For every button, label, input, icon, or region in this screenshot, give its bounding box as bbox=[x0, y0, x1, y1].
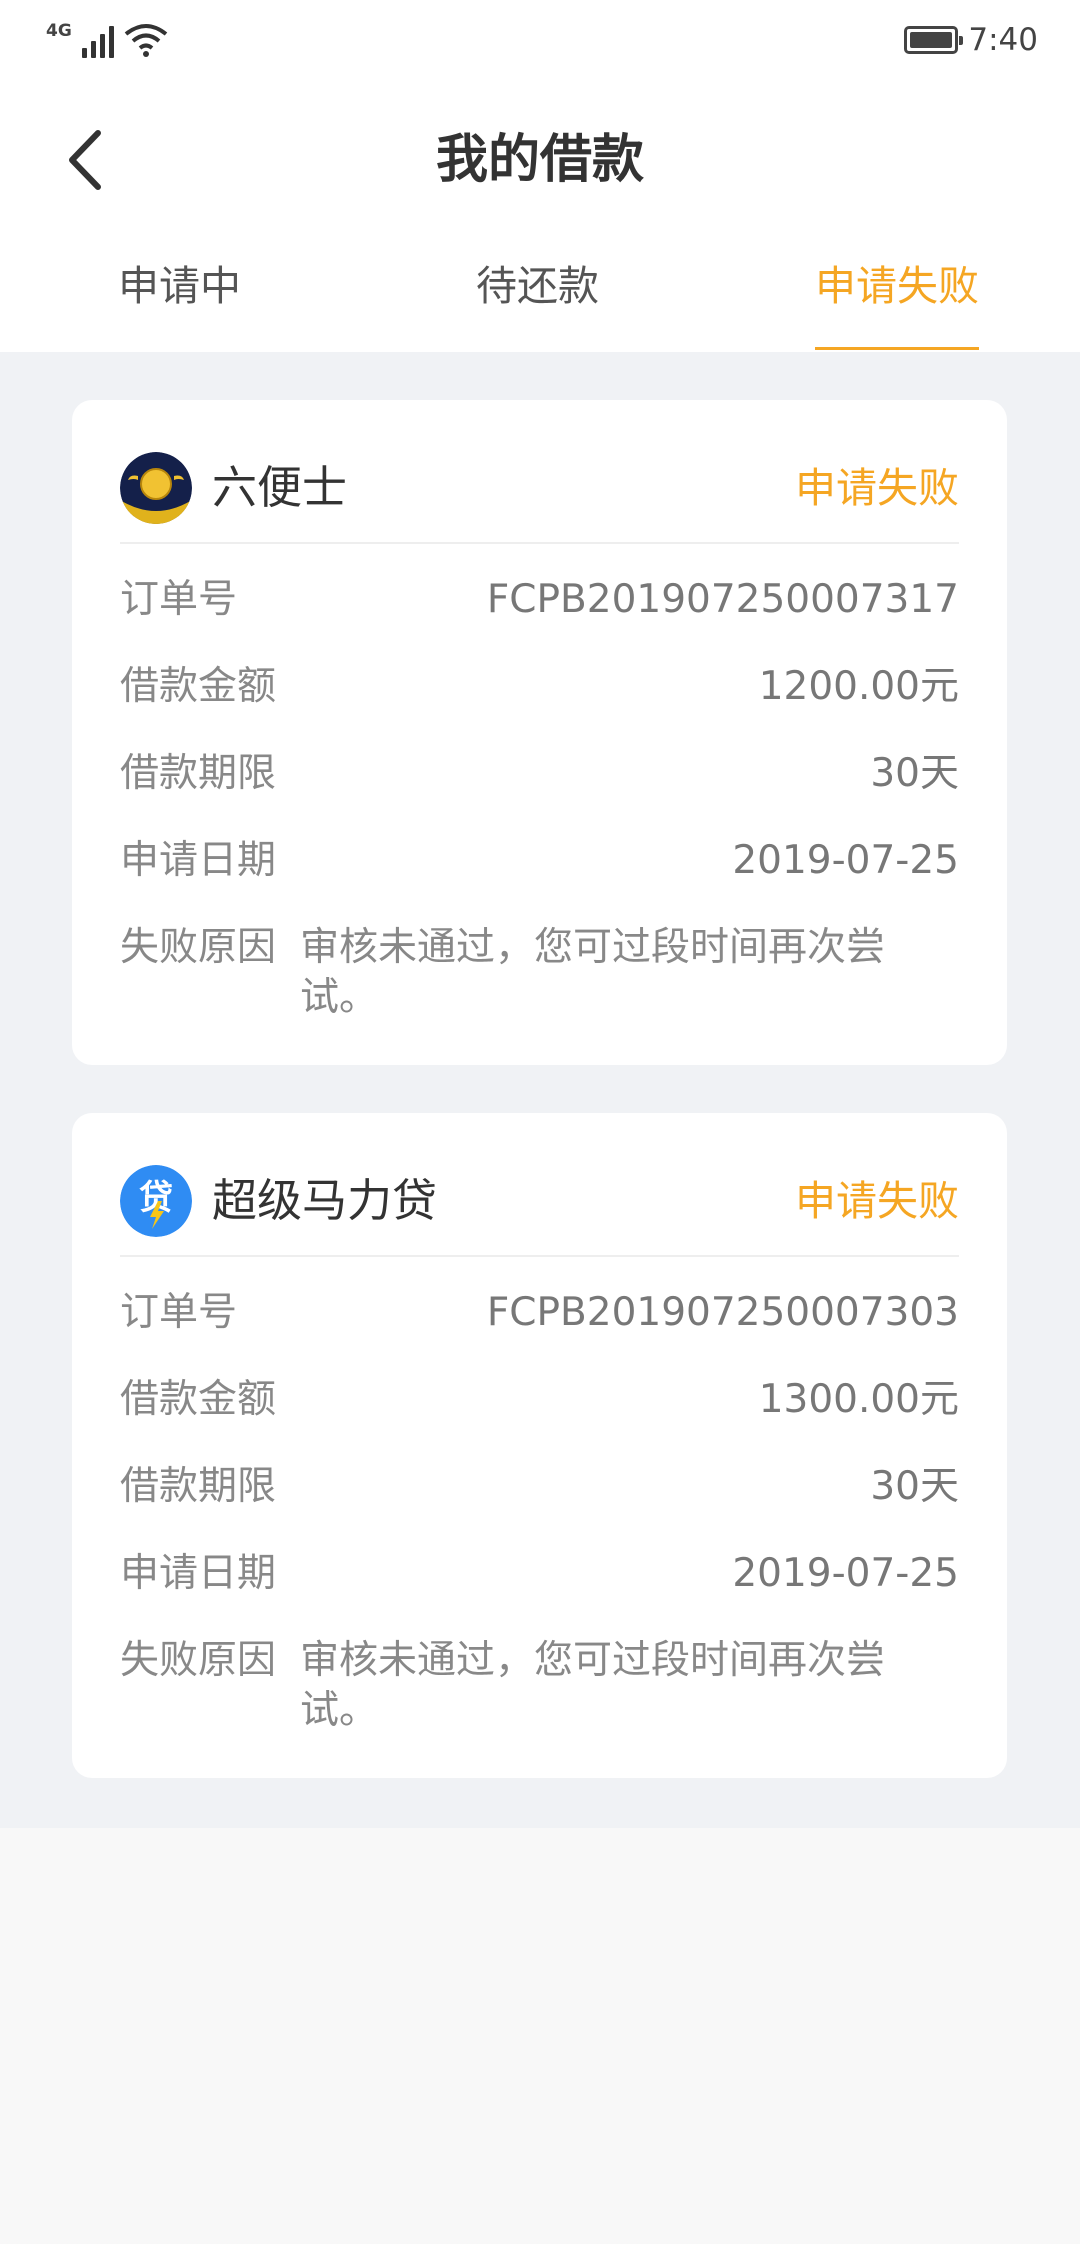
battery-icon bbox=[904, 26, 964, 54]
field-label: 借款期限 bbox=[120, 751, 277, 796]
network-type: 4G bbox=[46, 21, 72, 41]
signal-icon bbox=[81, 24, 114, 58]
loan-amount: 1300.00元 bbox=[758, 1377, 959, 1422]
field-label: 订单号 bbox=[120, 1290, 238, 1335]
order-number-row: 订单号 FCPB201907250007303 bbox=[120, 1283, 959, 1343]
apply-date-row: 申请日期 2019-07-25 bbox=[120, 1544, 959, 1604]
field-label: 订单号 bbox=[120, 577, 238, 622]
field-label: 失败原因 bbox=[120, 925, 277, 970]
apply-date-row: 申请日期 2019-07-25 bbox=[120, 831, 959, 891]
field-label: 失败原因 bbox=[120, 1638, 277, 1683]
failure-reason: 审核未通过，您可过段时间再次尝试。 bbox=[300, 925, 886, 1020]
status-left: 4G bbox=[46, 22, 168, 58]
tab-application-failed[interactable]: 申请失败 bbox=[815, 224, 979, 352]
loan-card[interactable]: 贷 超级马力贷 申请失败 订单号 FCPB201907250007303 借款金… bbox=[72, 1113, 1007, 1778]
tab-bar: 申请中 待还款 申请失败 bbox=[0, 224, 1080, 352]
card-header: 六便士 申请失败 bbox=[120, 400, 959, 544]
tab-applying[interactable]: 申请中 bbox=[118, 224, 241, 352]
tab-label: 申请失败 bbox=[815, 262, 979, 310]
tab-active-indicator bbox=[815, 347, 979, 350]
loan-amount-row: 借款金额 1200.00元 bbox=[120, 657, 959, 717]
clock: 7:40 bbox=[968, 22, 1038, 58]
order-number: FCPB201907250007317 bbox=[486, 577, 959, 622]
coin-logo-icon bbox=[120, 452, 192, 524]
failure-reason: 审核未通过，您可过段时间再次尝试。 bbox=[300, 1638, 886, 1733]
field-label: 申请日期 bbox=[120, 1551, 277, 1596]
status-bar: 4G 7:40 bbox=[0, 0, 1080, 84]
loan-term: 30天 bbox=[870, 751, 959, 796]
loan-amount: 1200.00元 bbox=[758, 664, 959, 709]
tab-label: 申请中 bbox=[118, 262, 241, 310]
product-name: 六便士 bbox=[212, 461, 348, 514]
status-right: 7:40 bbox=[904, 22, 1038, 58]
loan-amount-row: 借款金额 1300.00元 bbox=[120, 1370, 959, 1430]
order-number: FCPB201907250007303 bbox=[486, 1290, 959, 1335]
field-label: 借款金额 bbox=[120, 664, 277, 709]
status-badge: 申请失败 bbox=[795, 1177, 959, 1225]
loan-term-row: 借款期限 30天 bbox=[120, 1457, 959, 1517]
tab-label: 待还款 bbox=[476, 262, 599, 310]
product-name: 超级马力贷 bbox=[212, 1174, 438, 1227]
loan-term-row: 借款期限 30天 bbox=[120, 744, 959, 804]
lightning-logo-icon: 贷 bbox=[120, 1165, 192, 1237]
tab-pending-repayment[interactable]: 待还款 bbox=[476, 224, 599, 352]
nav-header: 我的借款 bbox=[0, 84, 1080, 224]
page-title: 我的借款 bbox=[435, 130, 644, 190]
loan-term: 30天 bbox=[870, 1464, 959, 1509]
wifi-icon bbox=[124, 24, 168, 57]
field-label: 借款期限 bbox=[120, 1464, 277, 1509]
apply-date: 2019-07-25 bbox=[732, 1551, 959, 1596]
field-label: 借款金额 bbox=[120, 1377, 277, 1422]
card-header: 贷 超级马力贷 申请失败 bbox=[120, 1113, 959, 1257]
field-label: 申请日期 bbox=[120, 838, 277, 883]
order-number-row: 订单号 FCPB201907250007317 bbox=[120, 570, 959, 630]
apply-date: 2019-07-25 bbox=[732, 838, 959, 883]
loan-card[interactable]: 六便士 申请失败 订单号 FCPB201907250007317 借款金额 12… bbox=[72, 400, 1007, 1065]
status-badge: 申请失败 bbox=[795, 464, 959, 512]
